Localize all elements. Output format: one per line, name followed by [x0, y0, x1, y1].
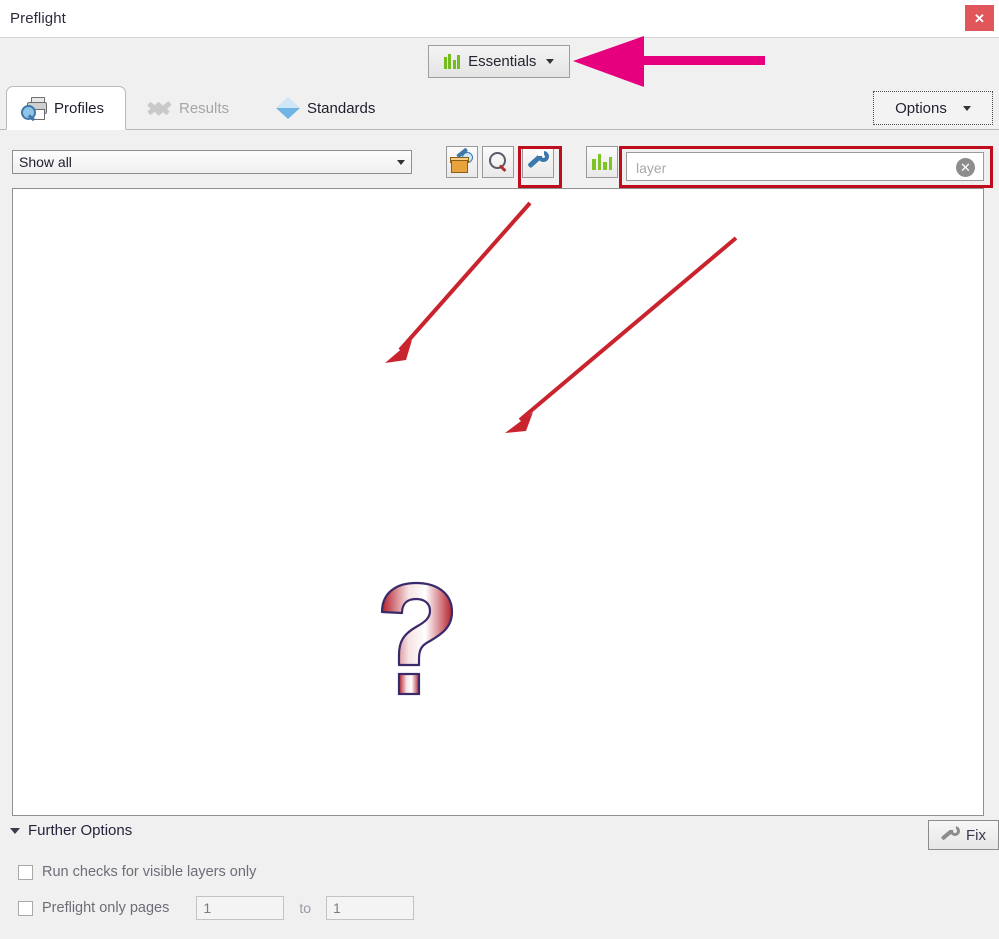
wrench-icon [527, 151, 549, 173]
search-input[interactable] [634, 153, 938, 182]
green-bars-icon [443, 54, 461, 69]
preflight-pages-row: Preflight only pages to [18, 896, 415, 920]
further-options-label: Further Options [28, 822, 133, 839]
question-mark-graphic [380, 581, 454, 696]
preflight-window: Preflight ✕ Essentials Profiles Results … [0, 0, 999, 939]
visible-layers-label: Run checks for visible layers only [42, 864, 257, 880]
magnifier-icon [488, 152, 508, 172]
tab-standards-label: Standards [307, 99, 376, 117]
options-button[interactable]: Options [873, 91, 993, 125]
diamond-icon [276, 96, 300, 120]
tab-results[interactable]: Results [132, 86, 254, 130]
checkmarks-icon [146, 97, 172, 119]
essentials-label: Essentials [468, 53, 537, 70]
tab-standards[interactable]: Standards [262, 86, 412, 130]
preflight-pages-checkbox[interactable] [18, 900, 33, 916]
clear-search-icon[interactable]: ✕ [956, 158, 975, 177]
window-title: Preflight [10, 10, 66, 27]
workspace-strip: Essentials [0, 37, 999, 86]
fix-label: Fix [966, 826, 986, 844]
search-button[interactable] [482, 146, 514, 178]
tab-results-label: Results [179, 99, 230, 117]
profiles-button[interactable] [586, 146, 618, 178]
page-from-input[interactable] [196, 896, 285, 920]
options-label: Options [895, 99, 947, 117]
profiles-list[interactable] [12, 188, 984, 816]
chevron-down-icon [389, 151, 411, 173]
close-button[interactable]: ✕ [965, 5, 994, 31]
printer-magnifier-icon [21, 97, 47, 121]
green-bars-icon [592, 154, 612, 170]
tab-bar: Profiles Results Standards [0, 85, 999, 130]
show-all-dropdown[interactable]: Show all [12, 150, 412, 174]
further-options-toggle[interactable]: Further Options [10, 822, 132, 839]
fixups-button[interactable] [446, 146, 478, 178]
close-icon: ✕ [974, 10, 985, 26]
title-bar: Preflight ✕ [0, 0, 999, 37]
visible-layers-checkbox[interactable] [18, 864, 33, 880]
show-all-value: Show all [19, 154, 72, 170]
further-options-panel: Further Options Run checks for visible l… [0, 816, 999, 939]
search-field[interactable]: ✕ [626, 152, 984, 182]
tab-profiles-label: Profiles [54, 99, 105, 117]
tab-profiles[interactable]: Profiles [6, 86, 126, 130]
triangle-down-icon [10, 827, 20, 834]
chevron-down-icon [546, 59, 555, 64]
wrench-button[interactable] [522, 146, 554, 178]
fix-button[interactable]: Fix [928, 820, 999, 850]
wrench-icon [940, 826, 961, 844]
essentials-workspace-button[interactable]: Essentials [428, 45, 570, 78]
toolbox-wrench-icon [450, 147, 473, 173]
page-range-to-label: to [299, 900, 312, 916]
chevron-down-icon [962, 105, 971, 111]
visible-layers-row: Run checks for visible layers only [18, 864, 256, 880]
page-to-input[interactable] [326, 896, 415, 920]
preflight-pages-label: Preflight only pages [42, 900, 170, 916]
